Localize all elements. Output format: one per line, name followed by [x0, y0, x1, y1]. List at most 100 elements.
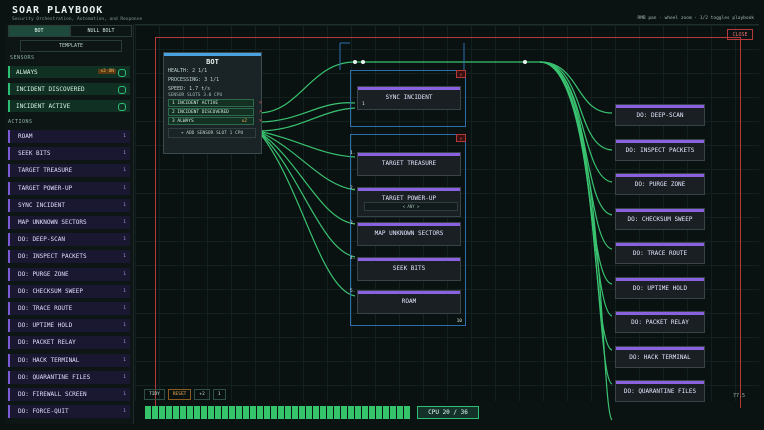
cpu-segment	[285, 406, 291, 419]
tab-bot[interactable]: BOT	[8, 25, 70, 37]
cpu-segment	[313, 406, 319, 419]
node-sync-incident[interactable]: SYNC INCIDENT 1	[357, 86, 461, 110]
app-title: SOAR PLAYBOOK	[12, 5, 104, 16]
action-item[interactable]: DO: FORCE-QUIT 1	[8, 405, 130, 419]
sensor-slots-label: SENSOR SLOTS 3.0 CPU	[168, 93, 223, 98]
step-button[interactable]: 1	[212, 389, 226, 400]
action-label: TARGET TREASURE	[18, 167, 73, 175]
template-button[interactable]: TEMPLATE	[20, 40, 122, 52]
node-title: DO: PACKET RELAY	[631, 319, 689, 326]
action-count: 1	[123, 392, 126, 397]
action-item[interactable]: ROAM 1	[8, 130, 130, 143]
action-label: DO: HACK TERMINAL	[18, 356, 80, 364]
node-bar	[358, 188, 460, 191]
sensor-slot-2[interactable]: 2 INCIDENT DISCOVERED ×	[168, 108, 262, 116]
bot-node[interactable]: BOT HEALTH: 2 1/1 PROCESSING: 3 1/1 SPEE…	[163, 52, 262, 154]
action-count: 1	[123, 254, 126, 260]
action-item[interactable]: DO: DEEP-SCAN 1	[8, 233, 130, 247]
remove-slot-icon[interactable]: ×	[259, 109, 262, 115]
node-selector[interactable]: < ANY >	[364, 202, 458, 211]
cpu-segment	[243, 406, 249, 419]
bot-title: BOT	[206, 58, 219, 66]
action-label: DO: PURGE ZONE	[18, 270, 69, 278]
tab-null-bolt[interactable]: NULL BOLT	[70, 25, 132, 37]
action-item[interactable]: SEEK BITS 1	[8, 147, 130, 161]
node-bar	[616, 312, 704, 315]
node-target-power-up[interactable]: TARGET POWER-UP 2. < ANY >	[350, 186, 461, 217]
action-item[interactable]: DO: FIREWALL SCREEN 1	[8, 388, 130, 401]
cpu-segment	[404, 406, 410, 419]
node-roam[interactable]: ROAM 5.	[350, 289, 461, 314]
node-target-treasure[interactable]: TARGET TREASURE 1.	[350, 151, 461, 176]
node-do-uptime-hold[interactable]: DO: UPTIME HOLD	[615, 276, 705, 299]
cpu-segment	[250, 406, 256, 419]
action-label: DO: PACKET RELAY	[18, 339, 76, 347]
action-item[interactable]: DO: UPTIME HOLD 1	[8, 319, 130, 333]
reset-button[interactable]: RESET	[167, 389, 192, 400]
node-bar	[616, 105, 704, 108]
cpu-segment	[208, 406, 214, 419]
add-sensor-slot-button[interactable]: + ADD SENSOR SLOT 1 CPU	[168, 128, 256, 138]
action-item[interactable]: DO: PACKET RELAY 1	[8, 336, 130, 350]
tidy-button[interactable]: TIDY	[144, 389, 165, 400]
node-do-trace-route[interactable]: DO: TRACE ROUTE	[615, 242, 705, 264]
sensor-slot-3[interactable]: 3 ALWAYS x2 ×	[168, 117, 262, 125]
action-item[interactable]: TARGET TREASURE 1	[8, 164, 130, 178]
sensor-toggle[interactable]	[118, 69, 126, 77]
node-seek-bits[interactable]: SEEK BITS 4.	[350, 256, 461, 281]
node-map-unknown-sectors[interactable]: MAP UNKNOWN SECTORS 3.	[350, 221, 461, 246]
node-do-packet-relay[interactable]: DO: PACKET RELAY	[615, 311, 705, 333]
cpu-segment	[348, 406, 354, 419]
action-item[interactable]: DO: QUARANTINE FILES 1	[8, 370, 130, 384]
node-title: DO: HACK TERMINAL	[629, 353, 691, 361]
node-do-purge-zone[interactable]: DO: PURGE ZONE	[615, 173, 705, 195]
counter-button[interactable]: +2	[194, 389, 210, 400]
action-item[interactable]: DO: PURGE ZONE 1	[8, 267, 130, 281]
slot-label: 1 INCIDENT ACTIVE	[172, 100, 219, 106]
action-count: 1	[123, 134, 126, 139]
cpu-segment	[320, 406, 326, 419]
action-count: 1	[123, 357, 126, 363]
sensor-always[interactable]: ALWAYS x2 ON	[8, 66, 130, 78]
node-bar	[616, 346, 704, 350]
node-do-checksum-sweep[interactable]: DO: CHECKSUM SWEEP	[615, 207, 705, 230]
cpu-segment	[271, 406, 277, 419]
action-label: DO: TRACE ROUTE	[18, 305, 73, 312]
node-bar	[616, 208, 704, 212]
action-item[interactable]: DO: INSPECT PACKETS 1	[8, 250, 130, 264]
sensor-toggle[interactable]	[118, 86, 126, 94]
node-do-hack-terminal[interactable]: DO: HACK TERMINAL	[615, 345, 705, 368]
remove-slot-icon[interactable]: ×	[259, 118, 262, 124]
group-remove-icon[interactable]: ×	[456, 134, 466, 142]
action-count: 1	[123, 288, 126, 294]
node-title: TARGET POWER-UP	[381, 195, 437, 202]
node-title: DO: TRACE ROUTE	[632, 250, 688, 257]
action-label: DO: UPTIME HOLD	[18, 322, 73, 330]
action-label: SYNC INCIDENT	[18, 201, 65, 209]
node-do-deep-scan[interactable]: DO: DEEP-SCAN	[615, 104, 705, 126]
close-button[interactable]: CLOSE	[727, 29, 753, 40]
cpu-segment	[152, 406, 158, 419]
sensor-toggle[interactable]	[118, 103, 126, 111]
action-item[interactable]: DO: CHECKSUM SWEEP 1	[8, 284, 130, 298]
action-label: DO: CHECKSUM SWEEP	[18, 287, 84, 295]
sensor-incident-discovered[interactable]: INCIDENT DISCOVERED	[8, 83, 130, 95]
node-bar	[616, 139, 704, 143]
action-item[interactable]: TARGET POWER-UP 1	[8, 181, 130, 195]
action-item[interactable]: MAP UNKNOWN SECTORS 1	[8, 216, 130, 229]
action-item[interactable]: SYNC INCIDENT 1	[8, 198, 130, 212]
cpu-segment	[334, 406, 340, 419]
cpu-segment	[257, 406, 263, 419]
node-do-quarantine-files[interactable]: DO: QUARANTINE FILES	[615, 380, 705, 402]
sensor-incident-active[interactable]: INCIDENT ACTIVE	[8, 100, 130, 112]
cpu-segment	[222, 406, 228, 419]
sensor-slot-1[interactable]: 1 INCIDENT ACTIVE ×	[168, 99, 262, 107]
action-item[interactable]: DO: TRACE ROUTE 1	[8, 302, 130, 315]
action-item[interactable]: DO: HACK TERMINAL 1	[8, 353, 130, 367]
group-remove-icon[interactable]: ×	[456, 70, 466, 78]
node-bar	[358, 223, 460, 226]
remove-slot-icon[interactable]: ×	[259, 100, 262, 106]
node-do-inspect-packets[interactable]: DO: INSPECT PACKETS	[615, 138, 705, 161]
node-title: DO: DEEP-SCAN	[636, 112, 684, 119]
action-count: 1	[123, 220, 126, 225]
